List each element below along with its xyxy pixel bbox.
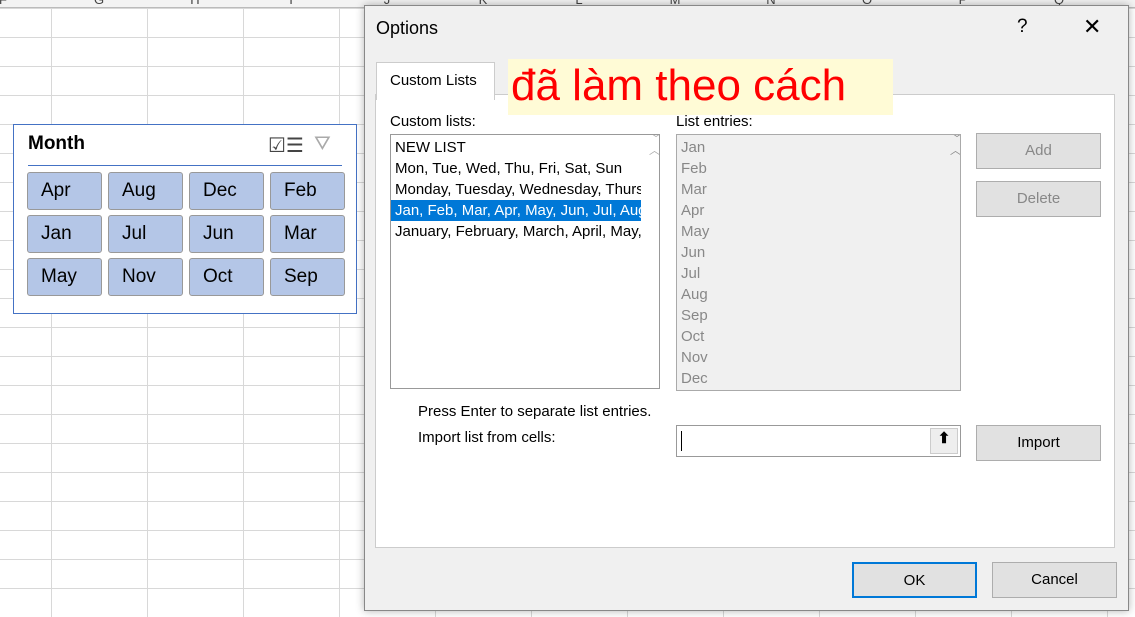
scrollbar[interactable]: ︿﹀ — [641, 135, 659, 157]
list-entry: Mar — [681, 181, 707, 198]
column-header[interactable]: H — [147, 0, 243, 7]
column-header[interactable]: F — [0, 0, 51, 7]
slicer-item-dec[interactable]: Dec — [189, 172, 264, 210]
cancel-button[interactable]: Cancel — [992, 562, 1117, 598]
list-entries-label: List entries: — [676, 113, 753, 130]
custom-lists-listbox[interactable]: ︿﹀ NEW LISTMon, Tue, Wed, Thu, Fri, Sat,… — [390, 134, 660, 389]
month-slicer: Month ☑☰ ⛛ Apr Aug Dec Feb Jan Jul Jun Mar May No… — [13, 124, 357, 314]
column-header[interactable]: I — [243, 0, 339, 7]
custom-list-item[interactable]: January, February, March, April, May, Ju… — [391, 221, 641, 242]
list-entry: Apr — [681, 202, 705, 219]
list-entry: Jan — [681, 139, 706, 156]
close-button[interactable]: ✕ — [1083, 14, 1101, 40]
multi-select-icon[interactable]: ☑☰ — [268, 133, 304, 158]
add-button[interactable]: Add — [976, 133, 1101, 169]
custom-list-item[interactable]: Mon, Tue, Wed, Thu, Fri, Sat, Sun — [391, 158, 641, 179]
ok-button[interactable]: OK — [852, 562, 977, 598]
import-button[interactable]: Import — [976, 425, 1101, 461]
slicer-item-oct[interactable]: Oct — [189, 258, 264, 296]
column-header[interactable]: G — [51, 0, 147, 7]
slicer-divider — [28, 165, 342, 166]
collapse-dialog-icon[interactable]: ⬆ — [930, 428, 958, 454]
list-entry: Feb — [681, 160, 707, 177]
list-entry: May — [681, 223, 710, 240]
custom-list-item[interactable]: NEW LIST — [391, 137, 641, 158]
clear-filter-icon[interactable]: ⛛ — [314, 133, 331, 156]
slicer-item-sep[interactable]: Sep — [270, 258, 345, 296]
tab-custom-lists[interactable]: Custom Lists — [376, 62, 495, 100]
delete-button[interactable]: Delete — [976, 181, 1101, 217]
annotation-text: đã làm theo cách — [508, 59, 893, 115]
help-button[interactable]: ? — [1017, 16, 1028, 38]
slicer-item-jul[interactable]: Jul — [108, 215, 183, 253]
list-entries-textbox[interactable]: ︿﹀ Jan Feb Mar Apr May Jun Jul Aug Sep Oct Nov Dec — [676, 134, 961, 391]
custom-lists-panel: Custom lists: List entries: ︿﹀ NEW LISTM… — [375, 94, 1115, 548]
import-label: Import list from cells: — [418, 429, 556, 446]
slicer-item-nov[interactable]: Nov — [108, 258, 183, 296]
slicer-item-jun[interactable]: Jun — [189, 215, 264, 253]
hint-text: Press Enter to separate list entries. — [418, 403, 652, 420]
list-entry: Jul — [681, 265, 701, 282]
list-entry: Sep — [681, 307, 708, 324]
custom-lists-label: Custom lists: — [390, 113, 476, 130]
slicer-item-jan[interactable]: Jan — [27, 215, 102, 253]
slicer-item-mar[interactable]: Mar — [270, 215, 345, 253]
list-entry: Dec — [681, 370, 708, 387]
dialog-title: Options — [376, 18, 439, 38]
slicer-title: Month — [28, 133, 85, 154]
slicer-item-feb[interactable]: Feb — [270, 172, 345, 210]
list-entry: Oct — [681, 328, 705, 345]
list-entry: Aug — [681, 286, 708, 303]
custom-list-item[interactable]: Jan, Feb, Mar, Apr, May, Jun, Jul, Aug, … — [391, 200, 641, 221]
custom-list-item[interactable]: Monday, Tuesday, Wednesday, Thursday, Fr… — [391, 179, 641, 200]
slicer-item-apr[interactable]: Apr — [27, 172, 102, 210]
list-entry: Jun — [681, 244, 706, 261]
scrollbar[interactable]: ︿﹀ — [942, 135, 960, 157]
list-entry: Nov — [681, 349, 708, 366]
slicer-item-aug[interactable]: Aug — [108, 172, 183, 210]
options-dialog: Options ? ✕ Custom Lists đã làm theo các… — [364, 5, 1129, 611]
import-range-input[interactable]: ⬆ — [676, 425, 961, 457]
slicer-item-may[interactable]: May — [27, 258, 102, 296]
